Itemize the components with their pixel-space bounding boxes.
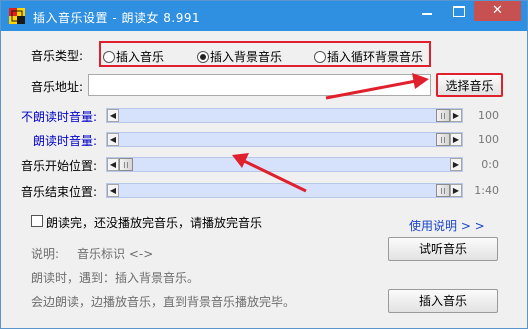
choose-music-button[interactable]: 选择音乐: [436, 73, 503, 97]
note-prefix: 说明:: [31, 247, 60, 261]
radio-label: 插入背景音乐: [210, 50, 283, 64]
note-music-tag: 音乐标识 <->: [77, 247, 154, 261]
radio-label: 插入循环背景音乐: [327, 50, 424, 64]
volume-reading-value: 100: [478, 133, 499, 146]
music-start-value: 0:0: [481, 158, 499, 171]
slider-right-arrow-icon[interactable]: ▶: [450, 109, 462, 122]
dialog-body: 音乐类型: 插入音乐 插入背景音乐 插入循环背景音乐 音乐地址: 选择音乐 不朗…: [1, 31, 527, 328]
slider-thumb[interactable]: [436, 133, 450, 146]
play-until-finish-checkbox[interactable]: [31, 215, 43, 227]
radio-indicator: [103, 51, 115, 63]
radio-insert-loop-background-music[interactable]: 插入循环背景音乐: [314, 48, 424, 64]
maximize-button[interactable]: [443, 1, 473, 21]
slider-left-arrow-icon[interactable]: ◀: [107, 133, 119, 146]
slider-right-arrow-icon[interactable]: ▶: [450, 158, 462, 171]
music-end-label: 音乐结束位置:: [21, 185, 98, 199]
minimize-button[interactable]: [412, 1, 442, 21]
radio-label: 插入音乐: [116, 50, 165, 64]
volume-not-reading-label: 不朗读时音量:: [21, 110, 98, 124]
insert-music-dialog: 插入音乐设置 - 朗读女 8.991 ✕ 音乐类型: 插入音乐 插入背景音乐 插…: [0, 0, 528, 329]
title-bar[interactable]: 插入音乐设置 - 朗读女 8.991 ✕: [1, 1, 527, 31]
music-address-label: 音乐地址:: [31, 80, 84, 94]
music-end-value: 1:40: [474, 184, 499, 197]
help-link[interactable]: 使用说明 > >: [409, 217, 485, 234]
close-icon: ✕: [492, 3, 503, 18]
radio-indicator: [197, 51, 209, 63]
music-address-input[interactable]: [88, 74, 431, 96]
window-title: 插入音乐设置 - 朗读女 8.991: [33, 11, 201, 25]
music-type-label: 音乐类型:: [31, 49, 84, 63]
preview-music-button[interactable]: 试听音乐: [388, 237, 498, 261]
slider-left-arrow-icon[interactable]: ◀: [107, 184, 119, 197]
slider-left-arrow-icon[interactable]: ◀: [107, 109, 119, 122]
volume-reading-slider[interactable]: ◀ ▶: [106, 132, 463, 147]
note-line-3: 会边朗读，边播放音乐，直到背景音乐播放完毕。: [31, 295, 296, 309]
insert-music-button[interactable]: 插入音乐: [388, 289, 498, 313]
app-icon: [9, 8, 25, 24]
radio-insert-music[interactable]: 插入音乐: [103, 48, 165, 64]
radio-indicator: [314, 51, 326, 63]
close-button[interactable]: ✕: [474, 1, 521, 21]
music-start-slider[interactable]: ◀ ▶: [106, 157, 463, 172]
slider-right-arrow-icon[interactable]: ▶: [450, 184, 462, 197]
music-end-slider[interactable]: ◀ ▶: [106, 183, 463, 198]
volume-not-reading-value: 100: [478, 109, 499, 122]
slider-right-arrow-icon[interactable]: ▶: [450, 133, 462, 146]
slider-thumb[interactable]: [436, 109, 450, 122]
play-until-finish-label: 朗读完，还没播放完音乐，请播放完音乐: [46, 216, 263, 230]
music-start-label: 音乐开始位置:: [21, 159, 98, 173]
note-line-2: 朗读时，遇到：插入背景音乐。: [31, 271, 200, 285]
slider-thumb[interactable]: [119, 158, 133, 171]
slider-thumb[interactable]: [436, 184, 450, 197]
volume-reading-label: 朗读时音量:: [33, 134, 98, 148]
volume-not-reading-slider[interactable]: ◀ ▶: [106, 108, 463, 123]
radio-insert-background-music[interactable]: 插入背景音乐: [197, 48, 283, 64]
slider-left-arrow-icon[interactable]: ◀: [107, 158, 119, 171]
music-type-group: 插入音乐 插入背景音乐 插入循环背景音乐: [99, 41, 431, 67]
